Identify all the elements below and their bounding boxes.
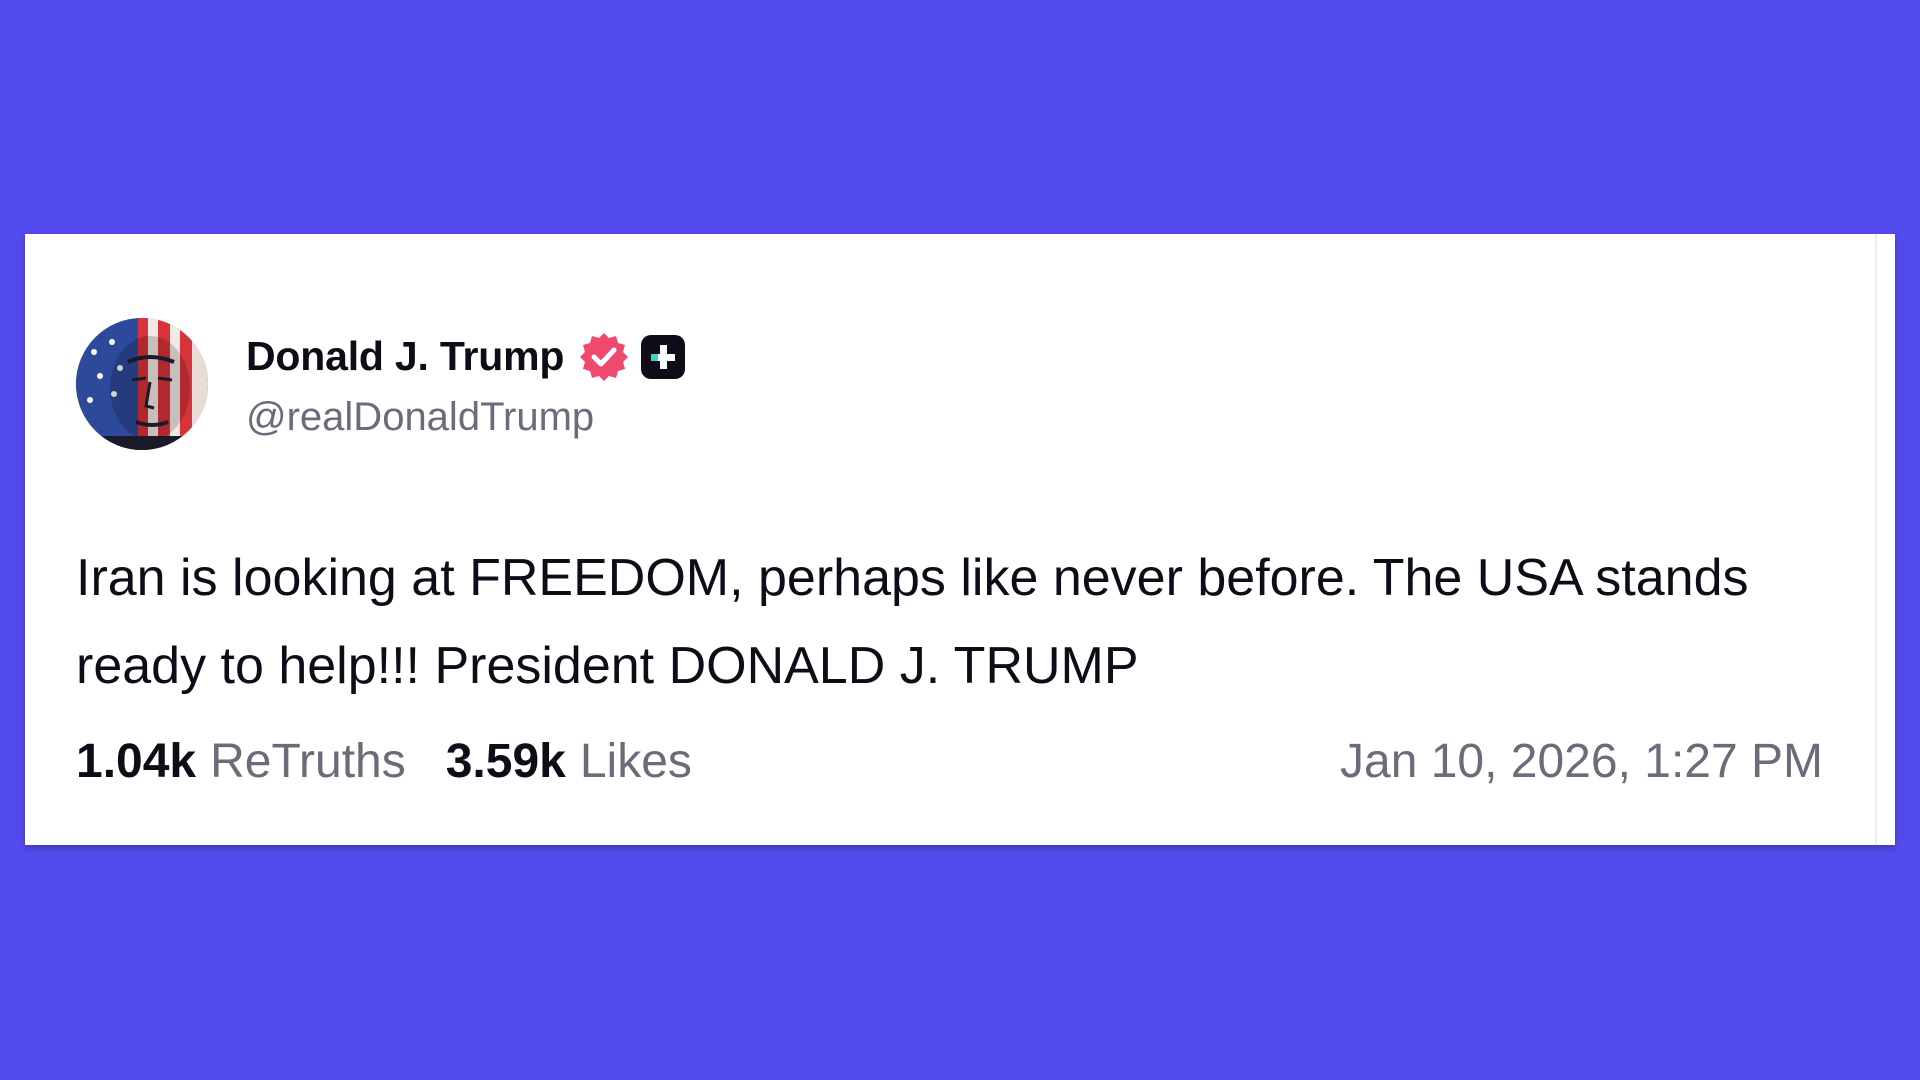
verified-badge-icon <box>578 331 630 383</box>
retruths-count: 1.04k <box>76 735 197 788</box>
author-display-name[interactable]: Donald J. Trump <box>246 333 564 380</box>
post-stats: 1.04k ReTruths 3.59k Likes <box>76 734 692 789</box>
post-card: Donald J. Trump @realDonaldTrump Iran is… <box>25 234 1895 845</box>
avatar-flag-face-icon <box>76 318 208 450</box>
likes-label: Likes <box>579 735 692 788</box>
scrollbar-track[interactable] <box>1875 234 1877 845</box>
author-identity: Donald J. Trump @realDonaldTrump <box>246 329 686 440</box>
post-timestamp[interactable]: Jan 10, 2026, 1:27 PM <box>1340 734 1823 789</box>
author-handle[interactable]: @realDonaldTrump <box>246 395 686 440</box>
avatar[interactable] <box>76 318 208 450</box>
likes-count: 3.59k <box>445 735 566 788</box>
name-row: Donald J. Trump <box>246 329 686 385</box>
post-text: Iran is looking at FREEDOM, perhaps like… <box>76 549 1749 695</box>
plus-badge-icon <box>640 334 686 380</box>
retruths-label: ReTruths <box>210 735 406 788</box>
likes-stat[interactable]: 3.59k Likes <box>446 734 692 789</box>
post-header: Donald J. Trump @realDonaldTrump <box>76 318 686 450</box>
retruths-stat[interactable]: 1.04k ReTruths <box>76 734 406 789</box>
